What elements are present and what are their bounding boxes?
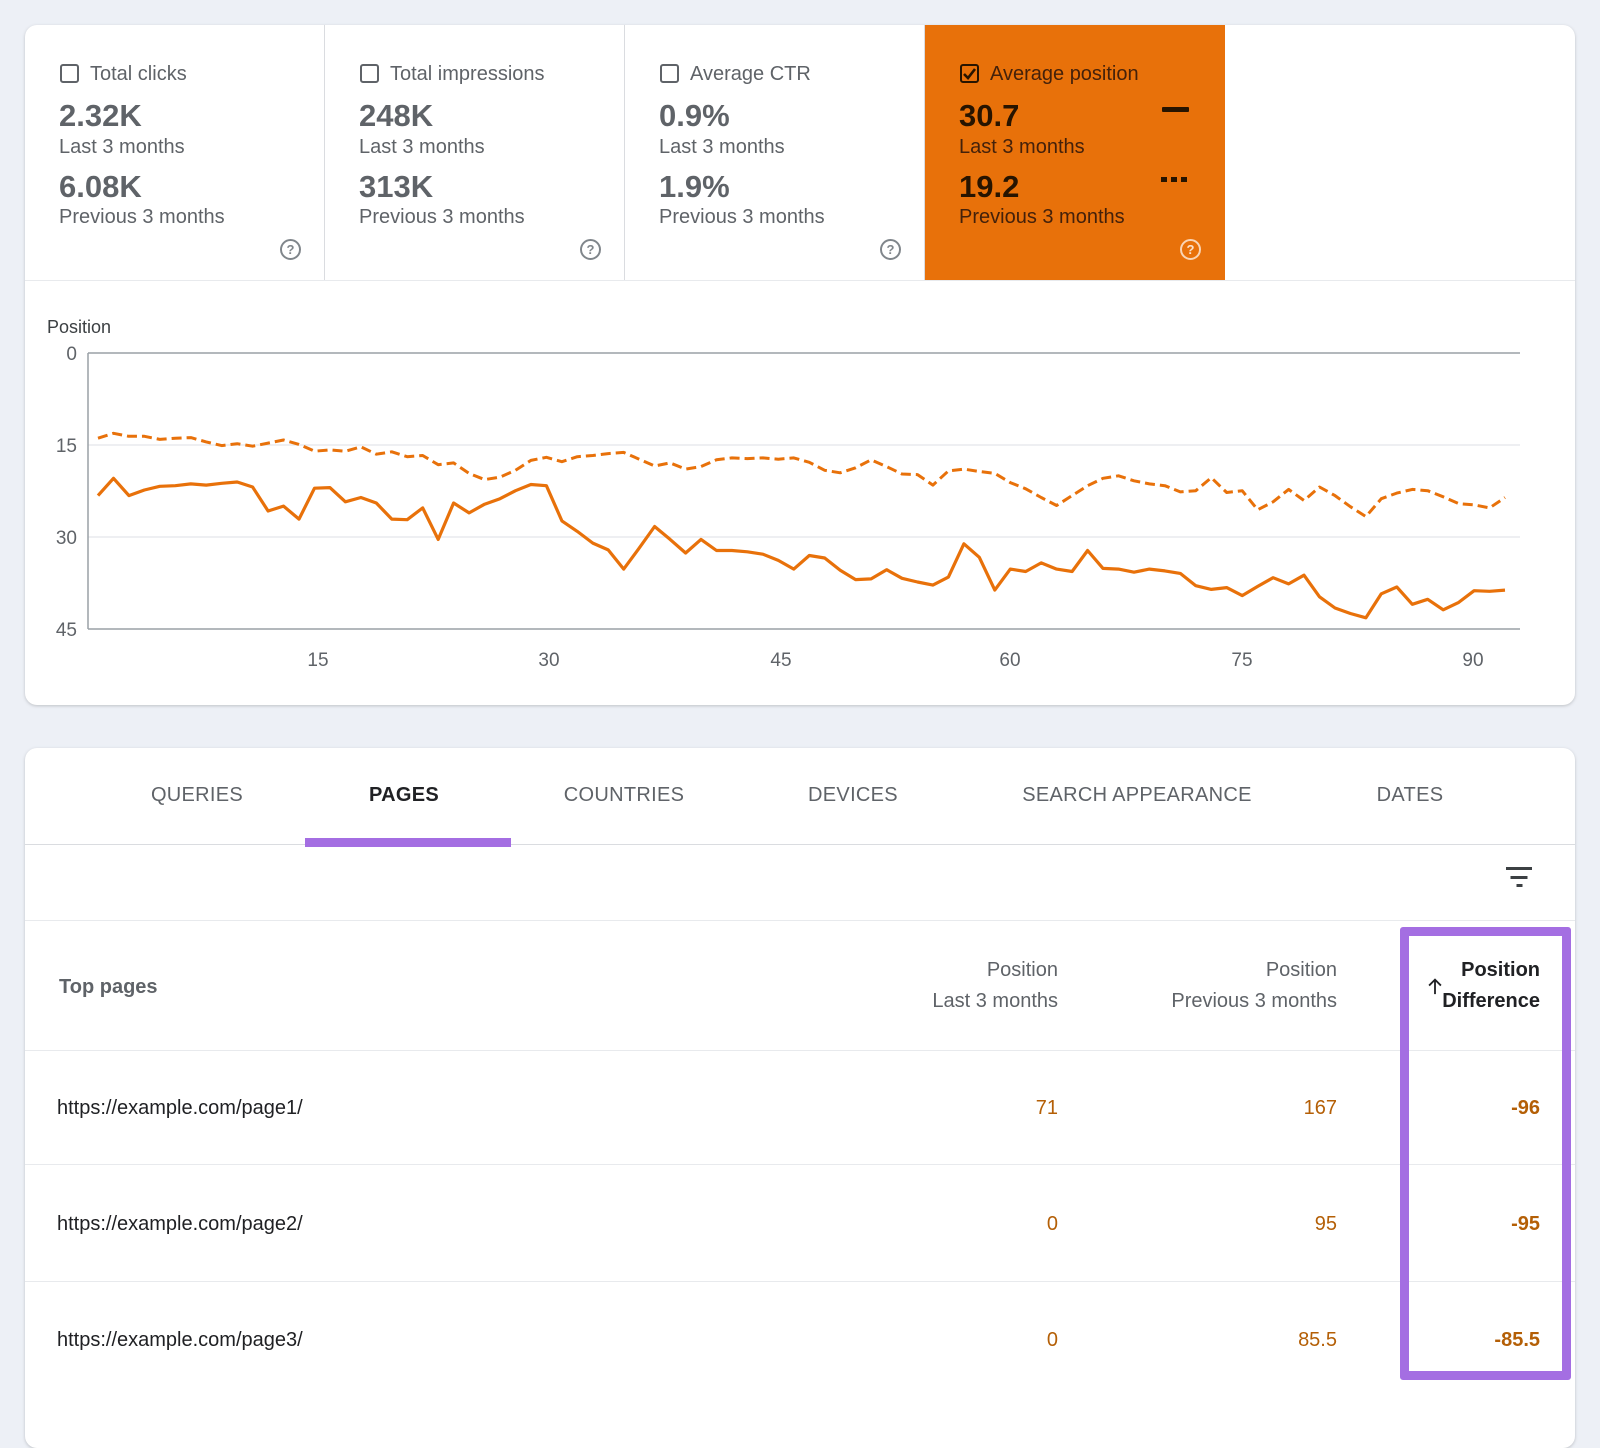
svg-text:Position: Position: [47, 317, 111, 337]
svg-text:60: 60: [999, 650, 1020, 671]
svg-text:90: 90: [1462, 650, 1483, 671]
svg-text:0: 0: [66, 344, 77, 365]
svg-text:30: 30: [56, 528, 77, 549]
svg-text:75: 75: [1231, 650, 1252, 671]
svg-text:45: 45: [56, 620, 77, 641]
svg-text:15: 15: [56, 436, 77, 457]
svg-text:15: 15: [307, 650, 328, 671]
svg-text:30: 30: [538, 650, 559, 671]
svg-text:45: 45: [770, 650, 791, 671]
